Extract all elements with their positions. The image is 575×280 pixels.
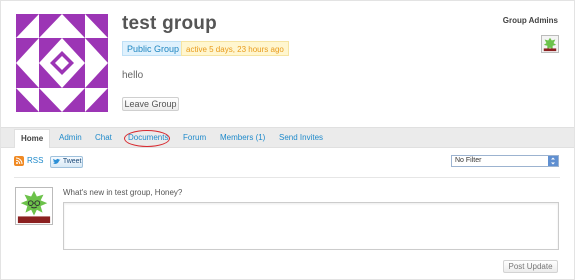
tab-home[interactable]: Home xyxy=(14,129,51,148)
leave-group-button[interactable]: Leave Group xyxy=(122,97,179,111)
activity-badge: active 5 days, 23 hours ago xyxy=(181,41,289,56)
post-prompt: What's new in test group, Honey? xyxy=(63,188,183,197)
group-type-badge: Public Group xyxy=(122,41,185,56)
twitter-bird-icon xyxy=(53,158,61,164)
group-description: hello xyxy=(122,70,144,81)
divider xyxy=(14,177,560,178)
tweet-button[interactable]: Tweet xyxy=(50,156,83,168)
group-nav-tabs: Home Admin Chat Documents Forum Members … xyxy=(1,127,574,148)
tab-send-invites[interactable]: Send Invites xyxy=(279,133,323,142)
user-avatar[interactable] xyxy=(15,187,53,225)
rss-link[interactable]: RSS xyxy=(27,156,43,165)
admin-avatar[interactable] xyxy=(541,35,559,53)
tab-chat[interactable]: Chat xyxy=(95,133,112,142)
activity-filter-select[interactable]: No Filter xyxy=(451,155,559,167)
tab-members[interactable]: Members (1) xyxy=(220,133,265,142)
tab-documents[interactable]: Documents xyxy=(128,133,168,142)
tab-forum[interactable]: Forum xyxy=(183,133,206,142)
filter-selected-value: No Filter xyxy=(455,157,482,164)
tweet-label: Tweet xyxy=(62,158,82,165)
group-avatar xyxy=(16,14,108,112)
post-textarea[interactable] xyxy=(63,202,559,250)
post-update-button[interactable]: Post Update xyxy=(503,260,558,273)
group-admins-title: Group Admins xyxy=(502,16,558,25)
tab-admin[interactable]: Admin xyxy=(59,133,82,142)
rss-icon[interactable] xyxy=(14,156,24,166)
chevron-down-icon xyxy=(548,156,558,166)
group-title: test group xyxy=(122,13,217,34)
group-page: test group Public Group active 5 days, 2… xyxy=(0,0,575,280)
